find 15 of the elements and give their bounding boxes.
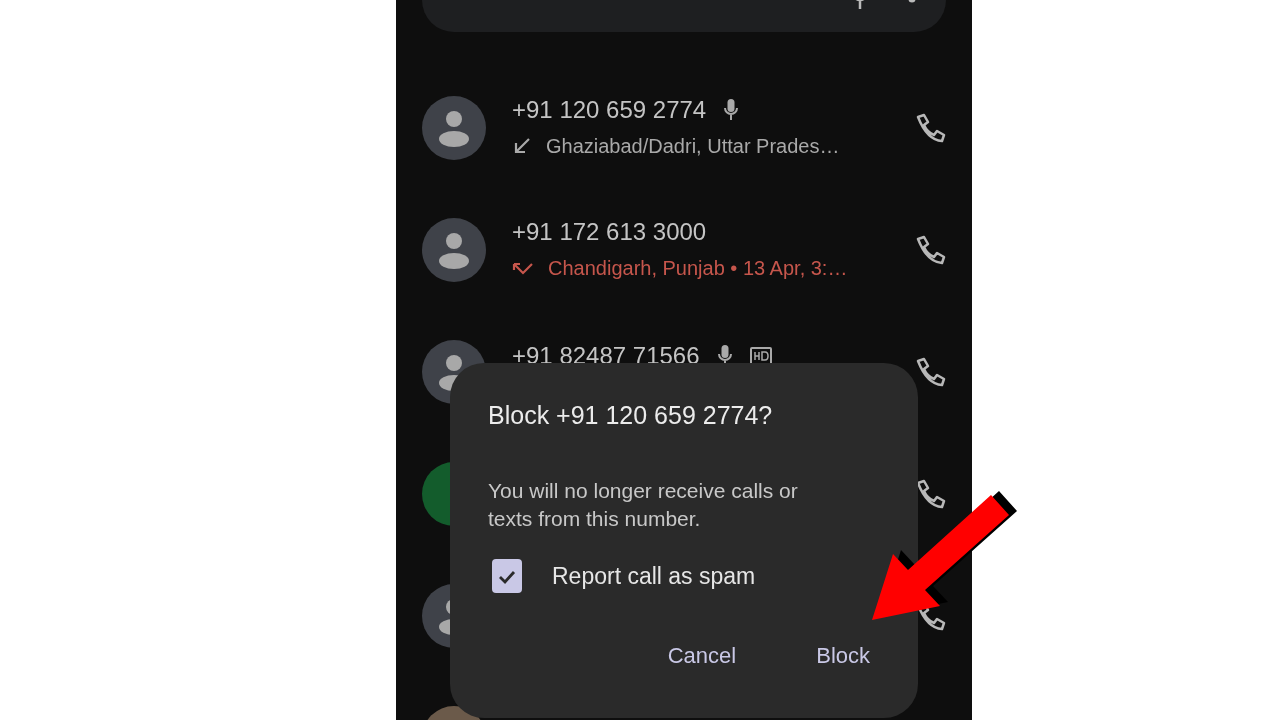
cancel-button[interactable]: Cancel: [657, 633, 747, 678]
incoming-call-icon: [512, 136, 532, 156]
checkbox-label: Report call as spam: [552, 561, 756, 591]
call-details: Ghaziabad/Dadri, Uttar Prades…: [546, 134, 840, 159]
block-button[interactable]: Block: [806, 633, 880, 678]
missed-call-icon: [512, 260, 534, 276]
call-details: Chandigarh, Punjab • 13 Apr, 3:…: [548, 256, 848, 281]
phone-icon[interactable]: [914, 356, 946, 388]
checkbox[interactable]: [492, 558, 522, 593]
phone-icon[interactable]: [914, 112, 946, 144]
phone-number: +91 172 613 3000: [512, 217, 707, 247]
phone-icon[interactable]: [914, 234, 946, 266]
dialog-message: You will no longer receive calls or texts from this number.: [488, 477, 799, 532]
phone-number: +91 120 659 2774: [512, 95, 707, 125]
dialog-title: Block +91 120 659 2774?: [488, 400, 774, 431]
